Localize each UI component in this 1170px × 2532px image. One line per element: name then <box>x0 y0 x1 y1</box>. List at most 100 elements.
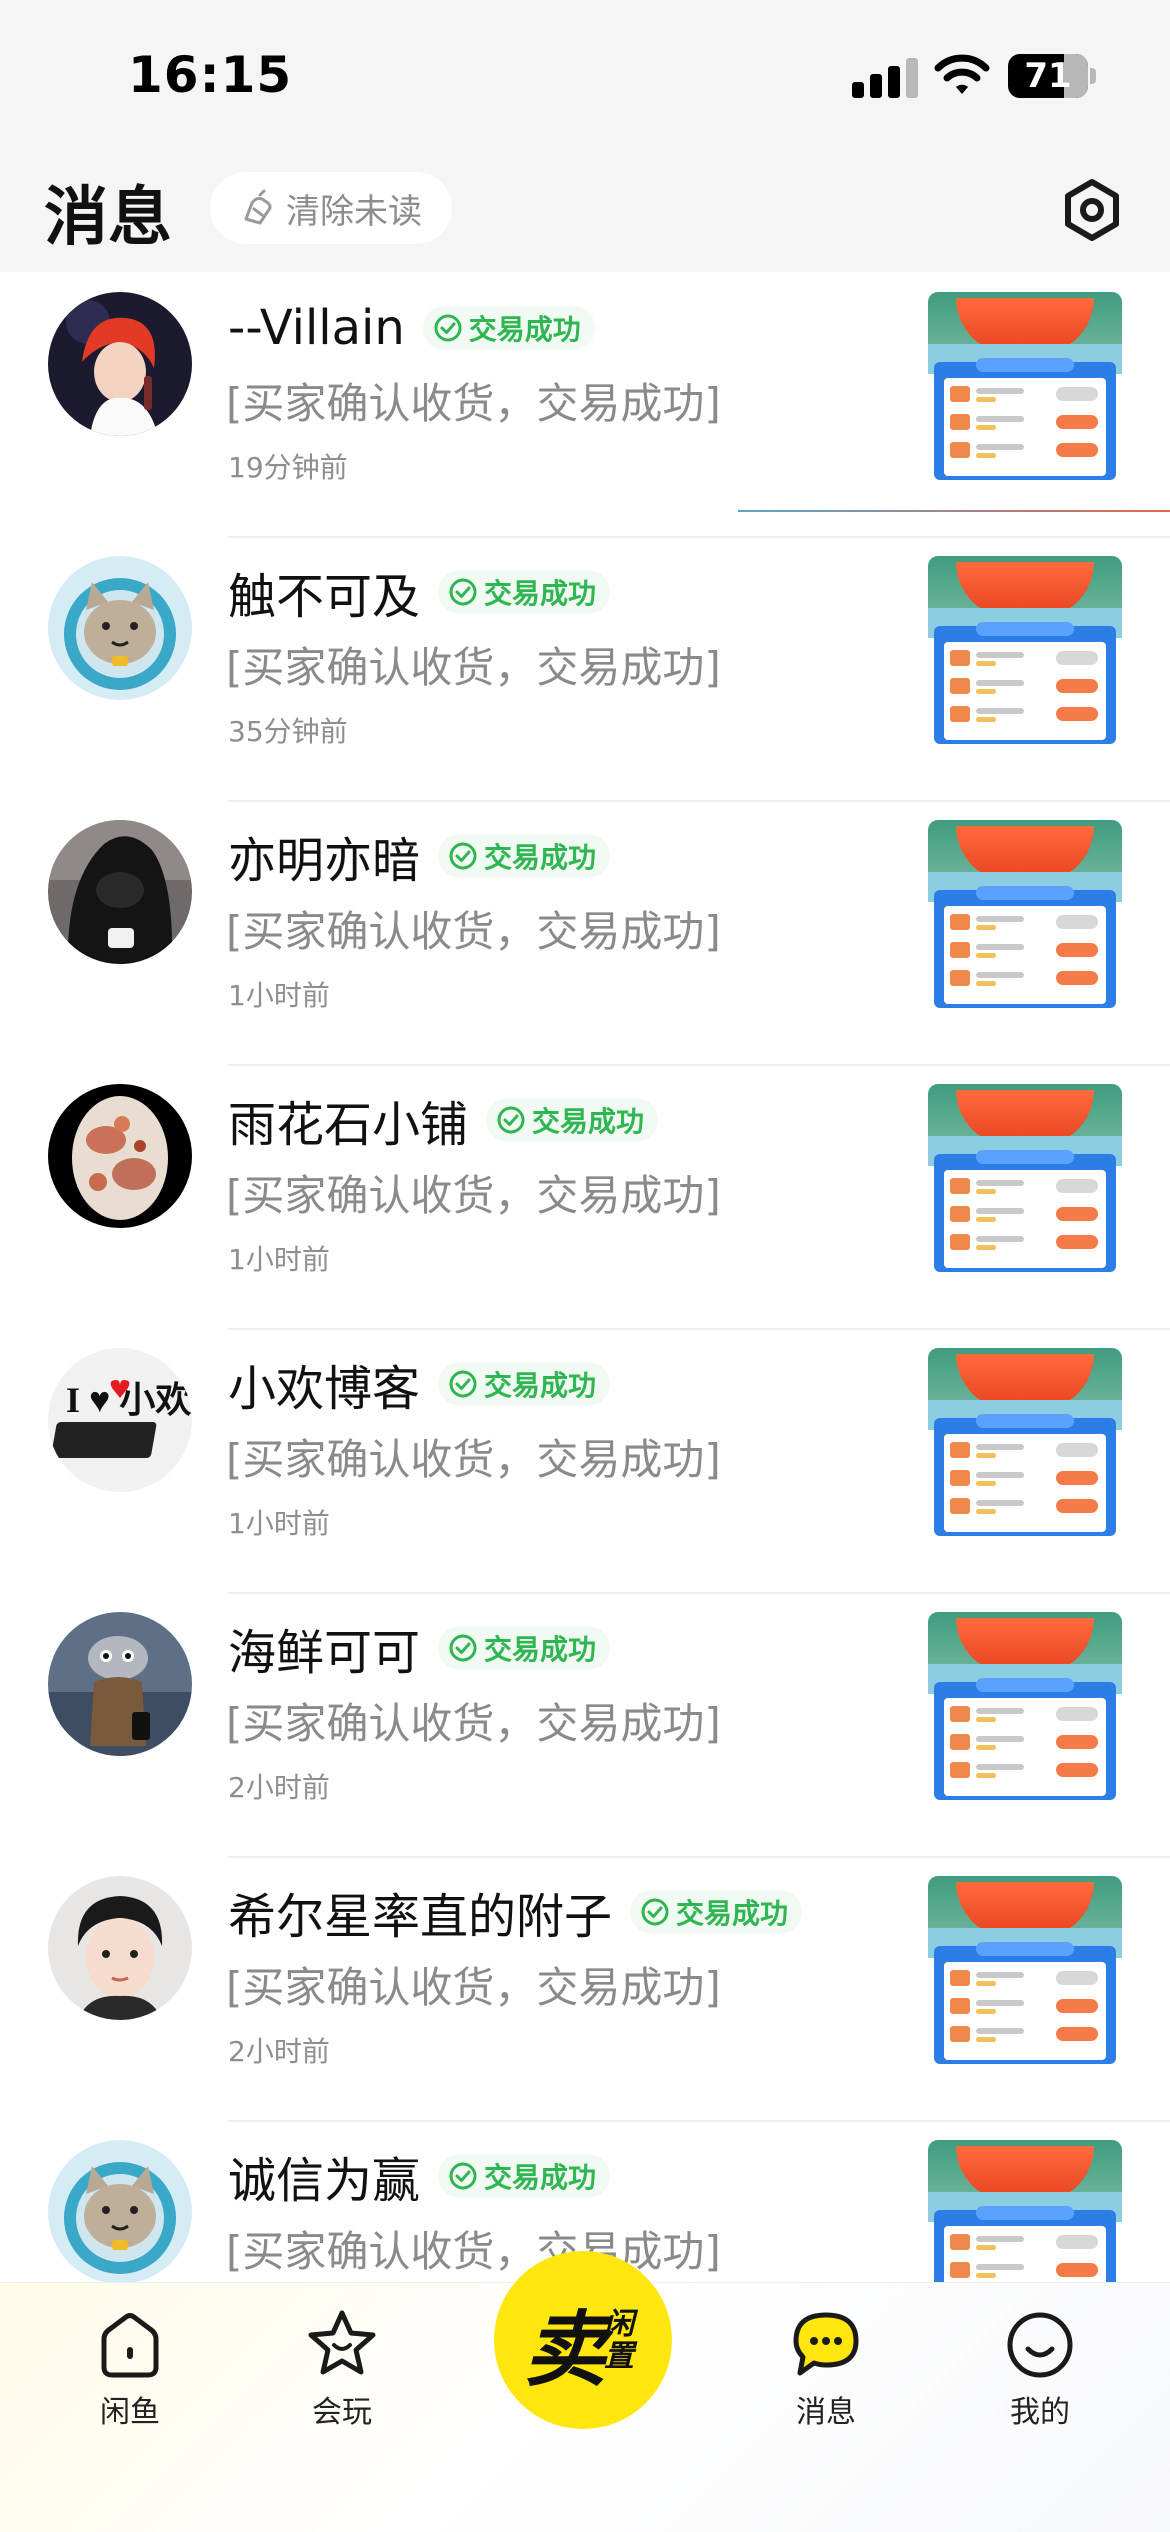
conversation-row[interactable]: 希尔星率直的附子 交易成功 [买家确认收货，交易成功] 2小时前 <box>0 1858 1170 2122</box>
status-badge-label: 交易成功 <box>468 313 581 346</box>
item-thumbnail[interactable] <box>928 292 1122 480</box>
contact-name: 小欢博客 <box>228 1361 421 1417</box>
chat-bubble-icon <box>793 2312 859 2376</box>
status-badge: 交易成功 <box>438 570 611 614</box>
message-time: 35分钟前 <box>228 715 348 748</box>
message-time: 1小时前 <box>228 1243 330 1276</box>
settings-icon[interactable] <box>1058 176 1126 244</box>
status-badge-label: 交易成功 <box>532 1105 645 1138</box>
message-time: 1小时前 <box>228 1507 330 1540</box>
check-circle-icon <box>449 2162 477 2190</box>
message-preview: [买家确认收货，交易成功] <box>226 2227 721 2276</box>
contact-name: 亦明亦暗 <box>228 833 421 889</box>
message-preview: [买家确认收货，交易成功] <box>226 1699 721 1748</box>
status-time: 16:15 <box>128 46 293 104</box>
status-badge: 交易成功 <box>630 1890 803 1934</box>
message-time: 1小时前 <box>228 979 330 1012</box>
conversation-row[interactable]: I ♥ 小欢 小欢博客 交易成功 [买家确认收货，交易成功] 1小时前 <box>0 1330 1170 1594</box>
swipe-indicator-line <box>738 510 1170 512</box>
clear-unread-label: 清除未读 <box>286 191 422 232</box>
tab-play[interactable]: 会玩 <box>272 2307 412 2437</box>
battery-level: 71 <box>1024 56 1072 96</box>
message-preview: [买家确认收货，交易成功] <box>226 1171 721 1220</box>
conversation-row[interactable]: 触不可及 交易成功 [买家确认收货，交易成功] 35分钟前 <box>0 538 1170 802</box>
message-time: 2小时前 <box>228 1771 330 1804</box>
home-icon <box>101 2313 159 2378</box>
item-thumbnail[interactable] <box>928 1084 1122 1272</box>
item-thumbnail[interactable] <box>928 1876 1122 2064</box>
status-badge-label: 交易成功 <box>484 1633 597 1666</box>
check-circle-icon <box>641 1898 669 1926</box>
star-face-icon <box>308 2310 376 2375</box>
battery-icon: 71 <box>1008 54 1088 98</box>
avatar[interactable] <box>48 1612 192 1756</box>
status-badge: 交易成功 <box>438 1362 611 1406</box>
message-preview: [买家确认收货，交易成功] <box>226 643 721 692</box>
contact-name: 触不可及 <box>228 569 421 625</box>
item-thumbnail[interactable] <box>928 1348 1122 1536</box>
status-badge-label: 交易成功 <box>484 577 597 610</box>
name-line: 雨花石小铺 交易成功 <box>228 1088 659 1153</box>
message-preview: [买家确认收货，交易成功] <box>226 1435 721 1484</box>
message-list[interactable]: --Villain 交易成功 [买家确认收货，交易成功] 19分钟前 触不可及 … <box>0 272 1170 2282</box>
sell-idle-button[interactable]: 卖 闲置 <box>494 2251 672 2429</box>
wifi-icon <box>934 54 990 94</box>
avatar[interactable] <box>48 2140 192 2282</box>
conversation-row[interactable]: 亦明亦暗 交易成功 [买家确认收货，交易成功] 1小时前 <box>0 802 1170 1066</box>
status-badge: 交易成功 <box>438 2154 611 2198</box>
avatar[interactable] <box>48 556 192 700</box>
item-thumbnail[interactable] <box>928 1612 1122 1800</box>
avatar[interactable] <box>48 1084 192 1228</box>
item-thumbnail[interactable] <box>928 556 1122 744</box>
clear-unread-button[interactable]: 清除未读 <box>210 172 452 244</box>
contact-name: 希尔星率直的附子 <box>228 1889 613 1945</box>
name-line: 亦明亦暗 交易成功 <box>228 824 611 889</box>
conversation-row[interactable]: 雨花石小铺 交易成功 [买家确认收货，交易成功] 1小时前 <box>0 1066 1170 1330</box>
message-time: 2小时前 <box>228 2035 330 2068</box>
avatar[interactable]: I ♥ 小欢 <box>48 1348 192 1492</box>
status-badge-label: 交易成功 <box>484 2161 597 2194</box>
avatar[interactable] <box>48 1876 192 2020</box>
item-thumbnail[interactable] <box>928 820 1122 1008</box>
status-badge: 交易成功 <box>438 834 611 878</box>
status-badge-label: 交易成功 <box>676 1897 789 1930</box>
name-line: --Villain 交易成功 <box>228 296 595 360</box>
conversation-row[interactable]: --Villain 交易成功 [买家确认收货，交易成功] 19分钟前 <box>0 274 1170 538</box>
tab-label-home: 闲鱼 <box>100 2395 160 2430</box>
check-circle-icon <box>434 314 462 342</box>
conversation-row[interactable]: 海鲜可可 交易成功 [买家确认收货，交易成功] 2小时前 <box>0 1594 1170 1858</box>
name-line: 诚信为赢 交易成功 <box>228 2144 611 2209</box>
name-line: 海鲜可可 交易成功 <box>228 1616 611 1681</box>
battery-cap <box>1090 68 1096 84</box>
cellular-signal-icon <box>852 56 918 98</box>
tab-mine[interactable]: 我的 <box>970 2307 1110 2437</box>
item-thumbnail[interactable] <box>928 2140 1122 2282</box>
top-area: 16:15 71 消息 清除未读 <box>0 0 1170 272</box>
message-time: 19分钟前 <box>228 451 348 484</box>
contact-name: 诚信为赢 <box>228 2153 421 2209</box>
contact-name: --Villain <box>228 300 405 356</box>
tab-home[interactable]: 闲鱼 <box>60 2307 200 2437</box>
tab-label-messages: 消息 <box>796 2395 856 2430</box>
page-title: 消息 <box>44 181 172 255</box>
smile-icon <box>1007 2312 1073 2378</box>
tab-label-mine: 我的 <box>1010 2395 1070 2430</box>
check-circle-icon <box>449 842 477 870</box>
contact-name: 雨花石小铺 <box>228 1097 469 1153</box>
name-line: 小欢博客 交易成功 <box>228 1352 611 1417</box>
contact-name: 海鲜可可 <box>228 1625 421 1681</box>
message-preview: [买家确认收货，交易成功] <box>226 379 721 428</box>
name-line: 希尔星率直的附子 交易成功 <box>228 1880 803 1945</box>
check-circle-icon <box>497 1106 525 1134</box>
message-preview: [买家确认收货，交易成功] <box>226 1963 721 2012</box>
tab-label-play: 会玩 <box>312 2395 372 2430</box>
tab-messages[interactable]: 消息 <box>756 2307 896 2437</box>
check-circle-icon <box>449 578 477 606</box>
avatar[interactable] <box>48 292 192 436</box>
check-circle-icon <box>449 1634 477 1662</box>
check-circle-icon <box>449 1370 477 1398</box>
status-badge-label: 交易成功 <box>484 1369 597 1402</box>
avatar[interactable] <box>48 820 192 964</box>
bottom-tab-bar: 闲鱼 会玩 卖 闲置 消息 我的 <box>0 2251 1170 2532</box>
status-badge: 交易成功 <box>486 1098 659 1142</box>
